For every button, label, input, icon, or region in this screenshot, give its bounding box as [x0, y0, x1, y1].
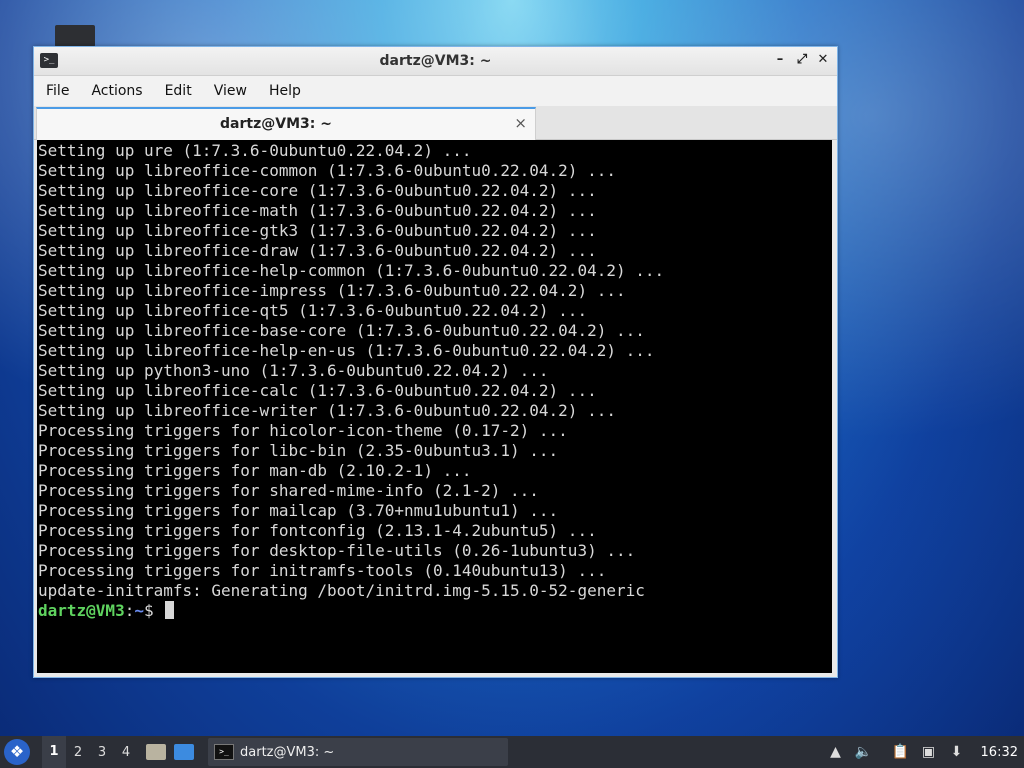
- terminal-output[interactable]: Setting up ure (1:7.3.6-0ubuntu0.22.04.2…: [37, 140, 832, 673]
- terminal-line: Setting up libreoffice-gtk3 (1:7.3.6-0ub…: [38, 221, 597, 240]
- prompt-symbol: $: [143, 601, 154, 620]
- window-titlebar[interactable]: >_ dartz@VM3: ~ – ⤢ ✕: [34, 47, 837, 76]
- menu-edit[interactable]: Edit: [157, 83, 200, 99]
- minimize-button[interactable]: –: [771, 51, 789, 69]
- terminal-line: Processing triggers for desktop-file-uti…: [38, 541, 636, 560]
- terminal-task-icon: >_: [214, 744, 234, 760]
- terminal-line: Setting up libreoffice-help-common (1:7.…: [38, 261, 665, 280]
- clock[interactable]: 16:32: [981, 745, 1018, 760]
- terminal-line: Setting up libreoffice-core (1:7.3.6-0ub…: [38, 181, 597, 200]
- tab-bar: dartz@VM3: ~ ×: [34, 106, 837, 140]
- terminal-line: Processing triggers for shared-mime-info…: [38, 481, 539, 500]
- terminal-line: Setting up ure (1:7.3.6-0ubuntu0.22.04.2…: [38, 141, 472, 160]
- taskbar-terminal-label: dartz@VM3: ~: [240, 744, 335, 760]
- tab-label: dartz@VM3: ~: [220, 116, 332, 132]
- menu-bar: File Actions Edit View Help: [34, 76, 837, 106]
- terminal-line: Setting up libreoffice-base-core (1:7.3.…: [38, 321, 645, 340]
- prompt-separator: :: [124, 601, 135, 620]
- volume-icon[interactable]: 🔈: [855, 743, 873, 761]
- menu-view[interactable]: View: [206, 83, 255, 99]
- desktop-icon[interactable]: [55, 25, 95, 47]
- tab-terminal[interactable]: dartz@VM3: ~ ×: [36, 107, 536, 140]
- maximize-button[interactable]: ⤢: [793, 51, 811, 69]
- terminal-line: update-initramfs: Generating /boot/initr…: [38, 581, 645, 600]
- window-title: dartz@VM3: ~: [379, 53, 492, 69]
- terminal-line: Processing triggers for fontconfig (2.13…: [38, 521, 597, 540]
- prompt-path: ~: [134, 601, 144, 620]
- terminal-line: Processing triggers for hicolor-icon-the…: [38, 421, 568, 440]
- prompt-user: dartz@VM3: [38, 601, 125, 620]
- show-desktop-icon[interactable]: [174, 744, 194, 760]
- terminal-line: Setting up libreoffice-draw (1:7.3.6-0ub…: [38, 241, 597, 260]
- workspace-2[interactable]: 2: [66, 745, 90, 760]
- terminal-cursor: [165, 601, 175, 619]
- terminal-line: Setting up libreoffice-common (1:7.3.6-0…: [38, 161, 616, 180]
- terminal-line: Processing triggers for initramfs-tools …: [38, 561, 607, 580]
- workspace-3[interactable]: 3: [90, 745, 114, 760]
- menu-help[interactable]: Help: [261, 83, 309, 99]
- up-arrow-icon[interactable]: ▲: [827, 743, 845, 761]
- terminal-line: Processing triggers for man-db (2.10.2-1…: [38, 461, 472, 480]
- terminal-line: Setting up libreoffice-writer (1:7.3.6-0…: [38, 401, 616, 420]
- network-icon[interactable]: ▣: [920, 743, 938, 761]
- terminal-line: Setting up libreoffice-calc (1:7.3.6-0ub…: [38, 381, 597, 400]
- tab-close-icon[interactable]: ×: [514, 114, 527, 132]
- menu-file[interactable]: File: [38, 83, 77, 99]
- clipboard-icon[interactable]: 📋: [892, 743, 910, 761]
- terminal-line: Setting up python3-uno (1:7.3.6-0ubuntu0…: [38, 361, 549, 380]
- terminal-line: Setting up libreoffice-impress (1:7.3.6-…: [38, 281, 626, 300]
- terminal-line: Processing triggers for libc-bin (2.35-0…: [38, 441, 559, 460]
- terminal-line: Setting up libreoffice-math (1:7.3.6-0ub…: [38, 201, 597, 220]
- system-tray: ▲ 🔈 📋 ▣ ⬇ 16:32: [822, 736, 1024, 768]
- workspace-1[interactable]: 1: [42, 736, 66, 768]
- taskbar: ❖ 1 2 3 4 >_ dartz@VM3: ~ ▲ 🔈 📋 ▣ ⬇ 16:3…: [0, 736, 1024, 768]
- menu-actions[interactable]: Actions: [83, 83, 150, 99]
- terminal-line: Setting up libreoffice-help-en-us (1:7.3…: [38, 341, 655, 360]
- start-menu-icon[interactable]: ❖: [4, 739, 30, 765]
- close-button[interactable]: ✕: [814, 51, 832, 69]
- update-notifier-icon[interactable]: ⬇: [948, 743, 966, 761]
- workspace-4[interactable]: 4: [114, 745, 138, 760]
- terminal-line: Setting up libreoffice-qt5 (1:7.3.6-0ubu…: [38, 301, 588, 320]
- terminal-window: >_ dartz@VM3: ~ – ⤢ ✕ File Actions Edit …: [33, 46, 838, 678]
- file-manager-icon[interactable]: [146, 744, 166, 760]
- terminal-prompt-line: dartz@VM3:~$: [38, 601, 832, 621]
- terminal-line: Processing triggers for mailcap (3.70+nm…: [38, 501, 559, 520]
- taskbar-terminal-button[interactable]: >_ dartz@VM3: ~: [208, 738, 508, 766]
